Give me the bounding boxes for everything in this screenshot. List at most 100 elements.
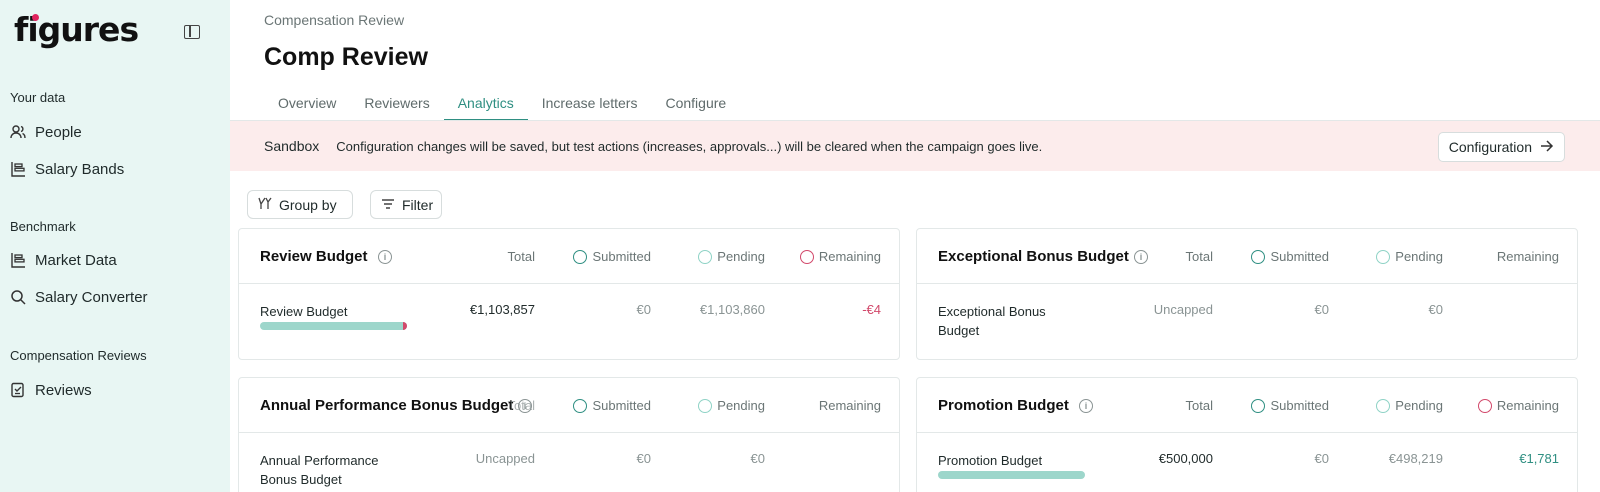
market-data-icon [10, 252, 26, 268]
budget-row[interactable]: Review Budget €1,103,857 €0 €1,103,860 -… [239, 284, 899, 359]
card-header: Annual Performance Bonus Budget Total i … [239, 378, 899, 433]
info-icon[interactable]: i [518, 399, 532, 413]
cell-submitted: €0 [636, 451, 651, 466]
cell-pending: €1,103,860 [699, 302, 765, 317]
group-by-label: Group by [279, 196, 337, 213]
reviews-icon [10, 382, 26, 398]
logo-dot [32, 14, 39, 21]
salary-bands-icon [10, 161, 26, 177]
col-pending: Pending [1376, 249, 1443, 264]
sidebar-item-people[interactable]: People [10, 119, 82, 145]
budget-progress-bar [260, 322, 407, 330]
cell-total: Uncapped [475, 451, 535, 466]
cell-submitted: €0 [636, 302, 651, 317]
card-title: Promotion Budget [938, 397, 1069, 414]
page-title: Comp Review [264, 43, 428, 71]
budget-row[interactable]: Promotion Budget €500,000 €0 €498,219 €1… [917, 433, 1577, 492]
section-label-benchmark: Benchmark [10, 219, 76, 234]
pending-ring-icon [1376, 249, 1391, 264]
budget-row[interactable]: Exceptional Bonus Budget Uncapped €0 €0 [917, 284, 1577, 359]
card-title: Exceptional Bonus Budget [938, 248, 1129, 265]
row-name: Exceptional Bonus Budget [938, 304, 1046, 338]
cell-pending: €0 [750, 451, 765, 466]
group-by-button[interactable]: Group by [247, 190, 353, 219]
cell-remaining: -€4 [862, 302, 881, 317]
cell-pending: €498,219 [1388, 451, 1443, 466]
tab-overview[interactable]: Overview [264, 87, 350, 121]
submitted-ring-icon [573, 249, 588, 264]
card-header: Exceptional Bonus Budget i Total Submitt… [917, 229, 1577, 284]
row-name: Review Budget [260, 304, 348, 319]
col-submitted: Submitted [573, 398, 651, 413]
breadcrumb[interactable]: Compensation Review [264, 12, 404, 28]
cell-total: Uncapped [1153, 302, 1213, 317]
configuration-button[interactable]: Configuration [1437, 132, 1565, 162]
submitted-ring-icon [1251, 398, 1266, 413]
info-icon[interactable]: i [1079, 399, 1093, 413]
pending-ring-icon [698, 249, 713, 264]
budget-row[interactable]: Annual Performance Bonus Budget Uncapped… [239, 433, 899, 492]
filter-label: Filter [402, 196, 434, 213]
figures-logo[interactable]: figures [14, 10, 139, 49]
col-remaining: Remaining [799, 249, 881, 264]
sidebar-item-salary-bands[interactable]: Salary Bands [10, 156, 124, 182]
exceptional-bonus-budget-card: Exceptional Bonus Budget i Total Submitt… [916, 228, 1578, 360]
sidebar-item-label: Reviews [35, 381, 92, 399]
budget-progress-bar [938, 471, 1085, 479]
col-remaining: Remaining [818, 398, 881, 413]
people-icon [10, 124, 26, 140]
sandbox-tag: Sandbox [264, 138, 320, 154]
card-header: Promotion Budget i Total Submitted Pendi… [917, 378, 1577, 433]
sidebar-collapse-icon[interactable] [184, 25, 200, 39]
sidebar-item-label: Salary Bands [35, 160, 125, 178]
col-submitted: Submitted [1251, 249, 1329, 264]
row-name: Promotion Budget [938, 453, 1043, 468]
col-total: Total [507, 249, 535, 264]
arrow-right-icon [1540, 139, 1554, 155]
sidebar-item-salary-converter[interactable]: Salary Converter [10, 284, 148, 310]
tab-increase-letters[interactable]: Increase letters [528, 87, 652, 121]
configuration-button-label: Configuration [1448, 139, 1532, 155]
cell-submitted: €0 [1314, 451, 1329, 466]
section-label-your-data: Your data [10, 90, 66, 105]
remaining-ring-icon [799, 249, 814, 264]
sandbox-message: Configuration changes will be saved, but… [336, 138, 1043, 154]
info-icon[interactable]: i [1134, 250, 1148, 264]
cell-submitted: €0 [1314, 302, 1329, 317]
filter-icon [381, 197, 395, 213]
tab-bar: Overview Reviewers Analytics Increase le… [264, 87, 740, 121]
sidebar-item-label: People [35, 123, 82, 141]
filter-button[interactable]: Filter [370, 190, 442, 219]
group-by-icon [258, 196, 272, 213]
promotion-budget-card: Promotion Budget i Total Submitted Pendi… [916, 377, 1578, 492]
sandbox-banner: Sandbox Configuration changes will be sa… [230, 121, 1600, 171]
col-submitted: Submitted [573, 249, 651, 264]
cell-remaining: €1,781 [1519, 451, 1559, 466]
sidebar-item-market-data[interactable]: Market Data [10, 247, 117, 273]
review-budget-card: Review Budget i Total Submitted Pending … [238, 228, 900, 360]
over-budget-marker [403, 322, 407, 330]
card-title: Review Budget [260, 248, 368, 265]
tab-analytics[interactable]: Analytics [443, 87, 528, 121]
sidebar-item-label: Market Data [35, 251, 117, 269]
card-title: Annual Performance Bonus Budget [260, 397, 514, 414]
section-label-compensation-reviews: Compensation Reviews [10, 348, 147, 363]
pending-ring-icon [1376, 398, 1391, 413]
cell-pending: €0 [1428, 302, 1443, 317]
search-icon [10, 289, 26, 305]
sidebar-item-reviews[interactable]: Reviews [10, 377, 92, 403]
col-submitted: Submitted [1251, 398, 1329, 413]
col-remaining: Remaining [1477, 398, 1559, 413]
tab-configure[interactable]: Configure [651, 87, 740, 121]
col-pending: Pending [1376, 398, 1443, 413]
info-icon[interactable]: i [378, 250, 392, 264]
sidebar-item-label: Salary Converter [35, 288, 148, 306]
submitted-ring-icon [1251, 249, 1266, 264]
sidebar: figures Your data People Salary Bands Be… [0, 0, 230, 492]
col-total: Total [1185, 398, 1213, 413]
tab-reviewers[interactable]: Reviewers [350, 87, 443, 121]
card-header: Review Budget i Total Submitted Pending … [239, 229, 899, 284]
col-pending: Pending [698, 398, 765, 413]
annual-performance-bonus-budget-card: Annual Performance Bonus Budget Total i … [238, 377, 900, 492]
col-pending: Pending [698, 249, 765, 264]
